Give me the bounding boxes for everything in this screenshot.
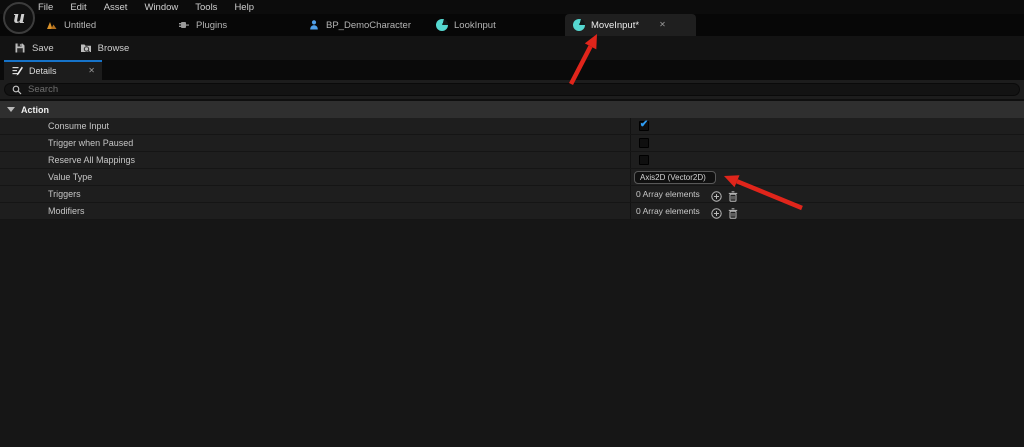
chevron-down-icon — [7, 107, 15, 112]
column-divider[interactable] — [630, 186, 631, 202]
property-label: Reserve All Mappings — [48, 152, 135, 168]
plugin-icon — [178, 19, 190, 31]
property-label: Consume Input — [48, 118, 109, 134]
row-reserve-all-mappings: Reserve All Mappings ✔ — [0, 152, 1024, 169]
save-icon — [14, 42, 26, 54]
details-icon — [11, 65, 23, 77]
save-label: Save — [32, 43, 54, 54]
category-label: Action — [21, 105, 49, 115]
trigger-when-paused-checkbox[interactable]: ✔ — [639, 138, 649, 148]
asset-toolbar: Save Browse — [0, 36, 1024, 60]
tab-lookinput[interactable]: LookInput — [428, 14, 504, 36]
tab-label: Untitled — [64, 20, 96, 31]
browse-folder-icon — [80, 42, 92, 54]
trash-icon — [728, 191, 738, 202]
search-icon — [12, 85, 22, 95]
menu-bar: File Edit Asset Window Tools Help — [0, 0, 1024, 14]
level-icon — [46, 19, 58, 31]
panel-tab-bar: Details ✕ — [0, 60, 1024, 80]
search-row — [0, 80, 1024, 99]
menu-help[interactable]: Help — [234, 2, 254, 13]
value-type-selected: Axis2D (Vector2D) — [640, 173, 706, 182]
menu-edit[interactable]: Edit — [70, 2, 86, 13]
tab-label: MoveInput* — [591, 20, 639, 31]
tab-details[interactable]: Details ✕ — [4, 60, 102, 80]
row-triggers: Triggers 0 Array elements — [0, 186, 1024, 203]
row-consume-input: Consume Input ✔ — [0, 118, 1024, 135]
column-divider[interactable] — [630, 152, 631, 168]
search-input[interactable] — [28, 84, 1012, 95]
close-panel-icon[interactable]: ✕ — [88, 67, 95, 75]
input-action-icon — [573, 19, 585, 31]
category-header-action[interactable]: Action — [0, 101, 1024, 118]
menu-file[interactable]: File — [38, 2, 53, 13]
plus-circle-icon — [711, 208, 722, 219]
reserve-all-mappings-checkbox[interactable]: ✔ — [639, 155, 649, 165]
check-icon: ✔ — [640, 120, 648, 130]
unreal-editor-window: u File Edit Asset Window Tools Help Unti… — [0, 0, 1024, 447]
save-button[interactable]: Save — [10, 38, 58, 58]
column-divider[interactable] — [630, 118, 631, 134]
tab-label: Plugins — [196, 20, 227, 31]
row-trigger-when-paused: Trigger when Paused ✔ — [0, 135, 1024, 152]
triggers-array-count: 0 Array elements — [636, 186, 700, 202]
menu-asset[interactable]: Asset — [104, 2, 128, 13]
input-action-icon — [436, 19, 448, 31]
blueprint-character-icon — [308, 19, 320, 31]
tab-bp-democharacter[interactable]: BP_DemoCharacter — [300, 14, 419, 36]
details-tab-label: Details — [29, 66, 57, 76]
property-label: Value Type — [48, 169, 92, 185]
asset-tab-bar: Untitled Plugins BP_DemoCharacter LookIn… — [0, 14, 1024, 36]
tab-moveinput[interactable]: MoveInput* ✕ — [565, 14, 696, 36]
close-tab-icon[interactable]: ✕ — [659, 21, 666, 29]
column-divider[interactable] — [630, 203, 631, 219]
column-divider[interactable] — [630, 135, 631, 151]
column-divider[interactable] — [630, 169, 631, 185]
property-label: Trigger when Paused — [48, 135, 133, 151]
property-label: Modifiers — [48, 203, 85, 219]
property-label: Triggers — [48, 186, 81, 202]
consume-input-checkbox[interactable]: ✔ — [639, 121, 649, 131]
tab-label: BP_DemoCharacter — [326, 20, 411, 31]
row-modifiers: Modifiers 0 Array elements — [0, 203, 1024, 220]
trash-icon — [728, 208, 738, 219]
tab-untitled[interactable]: Untitled — [38, 14, 104, 36]
menu-window[interactable]: Window — [144, 2, 178, 13]
browse-label: Browse — [98, 43, 130, 54]
browse-button[interactable]: Browse — [76, 38, 134, 58]
modifiers-array-count: 0 Array elements — [636, 203, 700, 219]
plus-circle-icon — [711, 191, 722, 202]
row-value-type: Value Type Axis2D (Vector2D) — [0, 169, 1024, 186]
unreal-engine-logo-icon: u — [3, 2, 35, 34]
details-property-list: Consume Input ✔ Trigger when Paused ✔ Re… — [0, 118, 1024, 220]
details-empty-area — [0, 220, 1024, 447]
menu-tools[interactable]: Tools — [195, 2, 217, 13]
search-box[interactable] — [4, 83, 1020, 96]
value-type-dropdown[interactable]: Axis2D (Vector2D) — [634, 171, 716, 184]
tab-label: LookInput — [454, 20, 496, 31]
tab-plugins[interactable]: Plugins — [170, 14, 235, 36]
